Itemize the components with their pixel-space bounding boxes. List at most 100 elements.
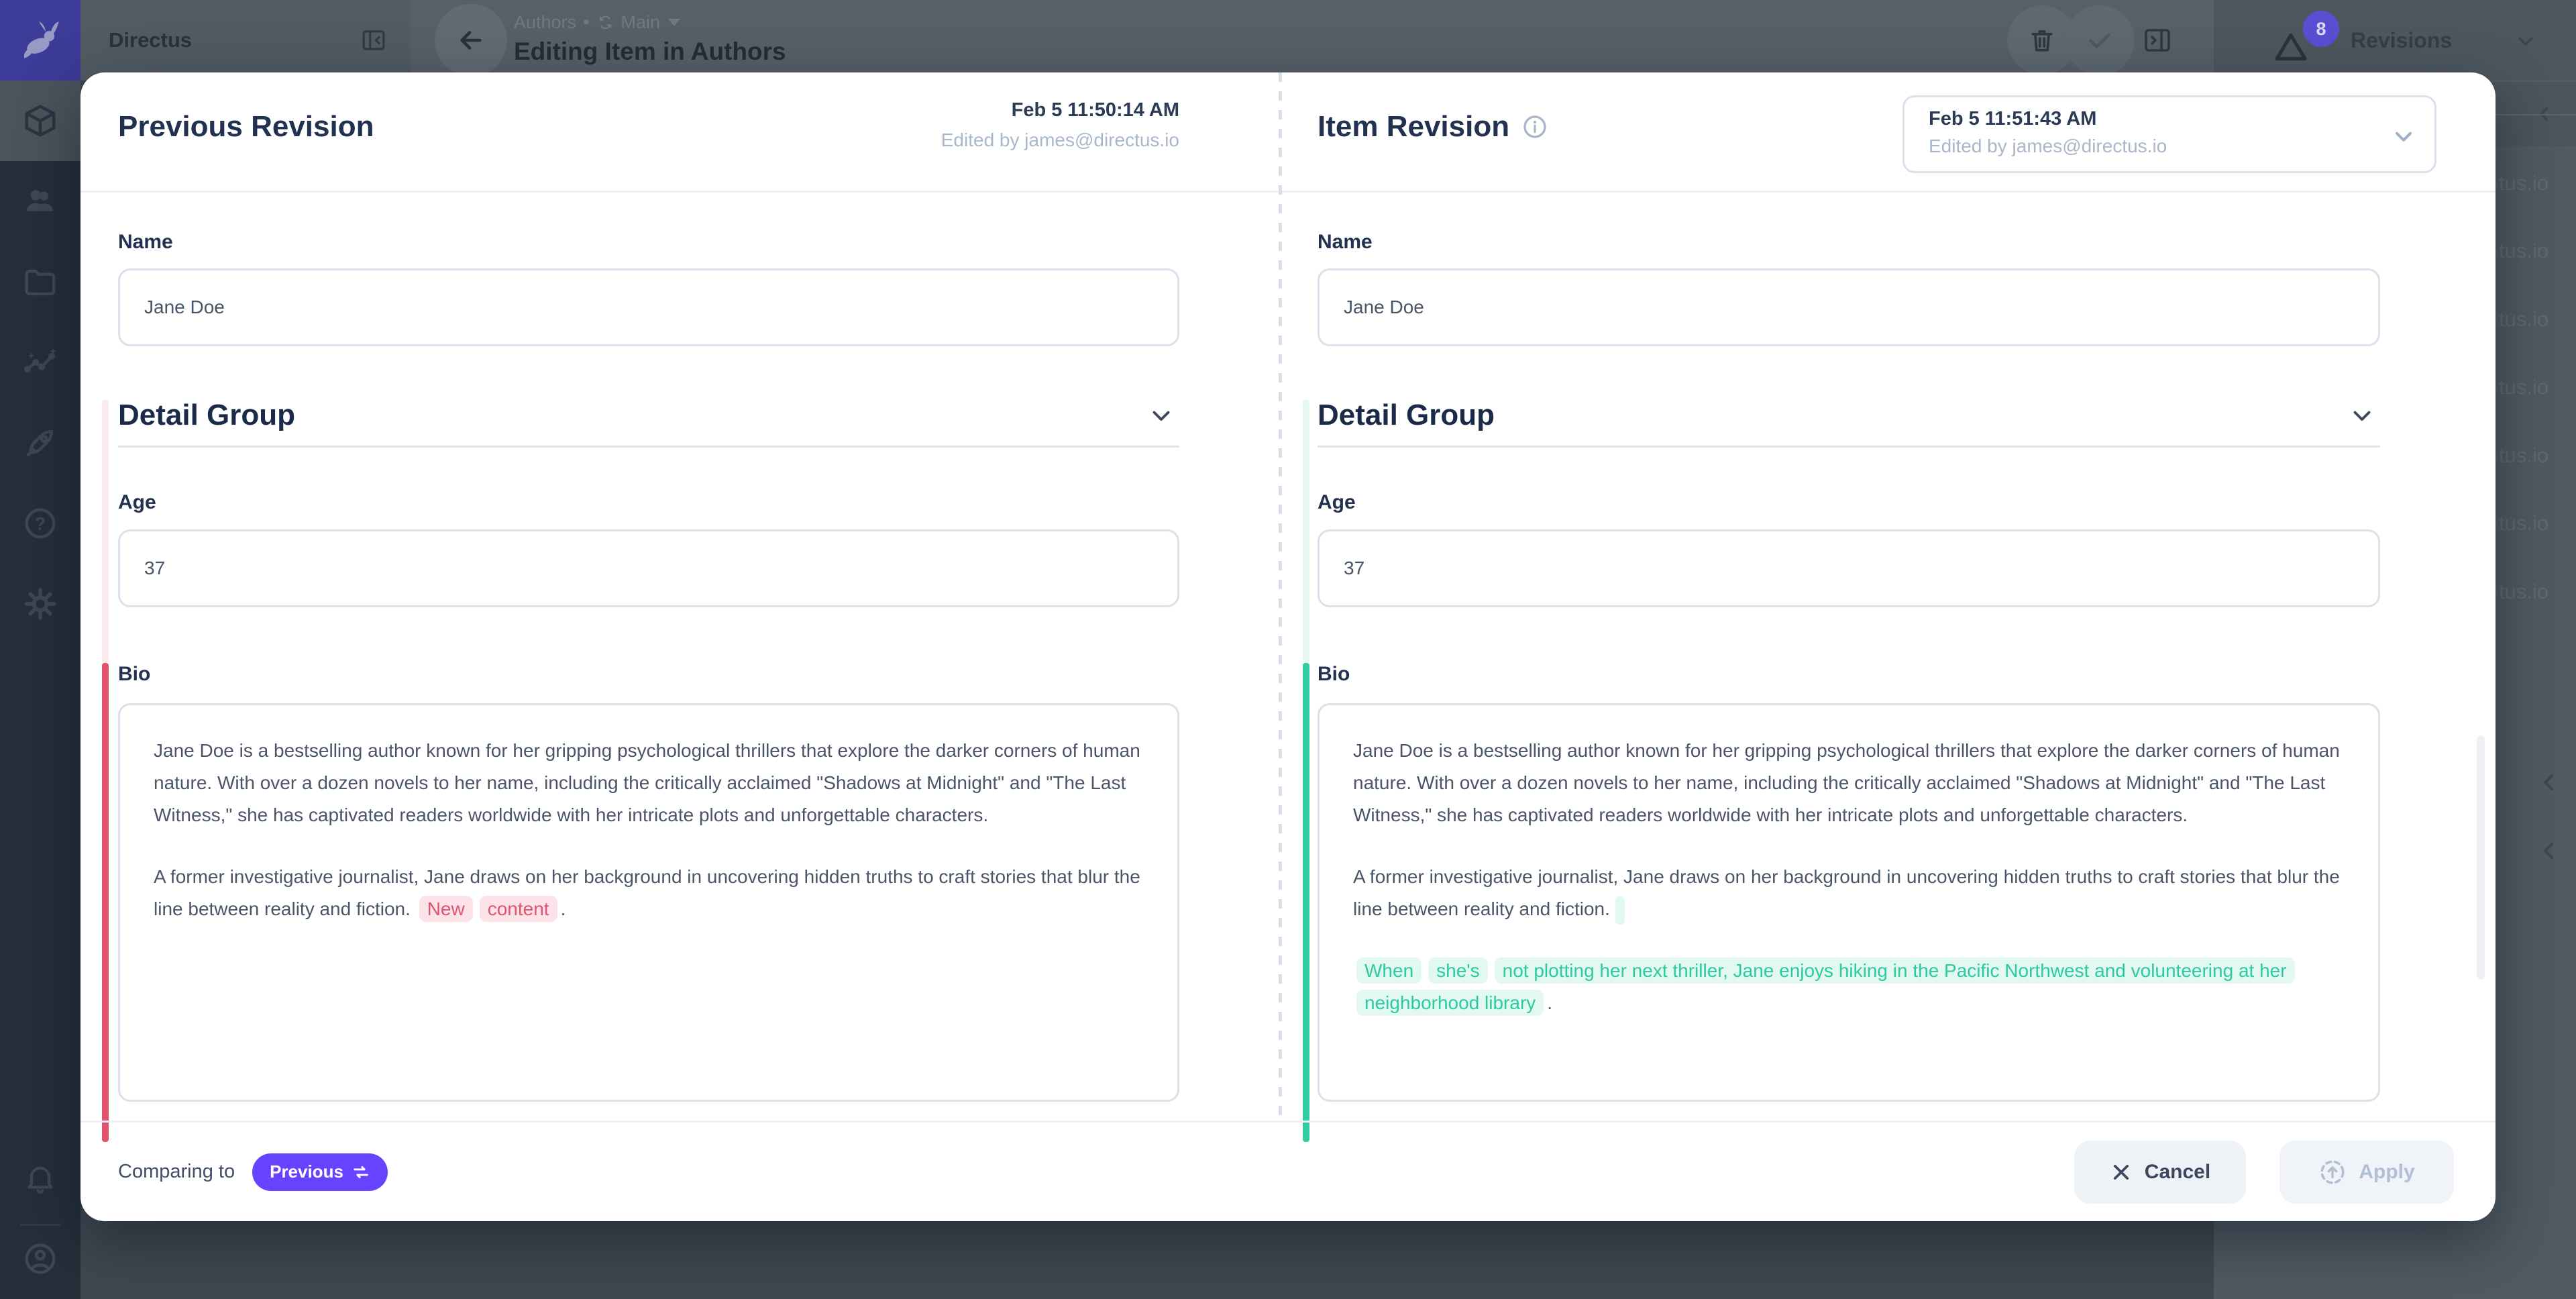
- page-header: Authors • Main Editing Item in Authors: [411, 0, 2214, 81]
- module-bar: ?: [0, 0, 80, 1299]
- sentence-period: .: [1547, 992, 1552, 1013]
- module-help[interactable]: ?: [0, 483, 80, 564]
- breadcrumb-collection-link[interactable]: Authors: [514, 12, 576, 33]
- nav-sidebar-header: Directus: [80, 0, 411, 81]
- bio-change-bar-revision: [1303, 663, 1309, 1142]
- revision-list-item[interactable]: tus.io: [2499, 511, 2548, 535]
- chevron-down-icon: [1147, 401, 1175, 429]
- upload-dashed-circle-icon: [2318, 1158, 2347, 1186]
- selected-revision-edited-by: Edited by james@directus.io: [1929, 136, 2434, 157]
- project-name: Directus: [109, 28, 192, 52]
- item-revision-title: Item Revision: [1318, 110, 1509, 144]
- chevron-left-icon[interactable]: [2536, 837, 2563, 864]
- notifications-button[interactable]: [0, 1138, 80, 1218]
- check-icon: [2084, 25, 2115, 56]
- rabbit-logo-icon: [18, 18, 62, 62]
- cancel-label: Cancel: [2145, 1161, 2210, 1184]
- detail-group-header-previous[interactable]: Detail Group: [118, 397, 1179, 433]
- age-field-revision: 37: [1318, 529, 2380, 607]
- name-field-previous: Jane Doe: [118, 268, 1179, 346]
- revision-list-item[interactable]: tus.io: [2499, 375, 2548, 399]
- compare-target-button[interactable]: Previous: [252, 1153, 388, 1191]
- modal-header-divider: [80, 191, 2496, 193]
- revisions-label: Revisions: [2351, 28, 2452, 53]
- close-icon: [2110, 1161, 2133, 1184]
- revision-select-dropdown[interactable]: Feb 5 11:51:43 AM Edited by james@direct…: [1902, 95, 2436, 173]
- revision-list-item[interactable]: tus.io: [2499, 444, 2548, 468]
- trash-icon: [2027, 25, 2057, 55]
- revision-list-item[interactable]: tus.io: [2499, 171, 2548, 195]
- panel-right-icon: [2141, 24, 2174, 56]
- revisions-accordion-header[interactable]: 8 Revisions: [2214, 0, 2576, 81]
- screen: ?: [0, 0, 2576, 1299]
- module-insights[interactable]: [0, 322, 80, 403]
- item-revision-heading: Item Revision: [1318, 110, 1548, 144]
- module-settings[interactable]: [0, 564, 80, 644]
- bio-field-revision: Jane Doe is a bestselling author known f…: [1318, 703, 2380, 1102]
- detail-group-divider: [118, 446, 1179, 448]
- version-selector[interactable]: Main: [621, 12, 661, 33]
- comparing-to-label: Comparing to: [118, 1161, 235, 1183]
- users-icon: [22, 183, 58, 219]
- group-change-bar-previous: [102, 400, 109, 663]
- added-word-chip: When: [1356, 957, 1421, 984]
- revision-compare-modal: Previous Revision Feb 5 11:50:14 AM Edit…: [80, 72, 2496, 1221]
- added-phrase-chip: not plotting her next thriller, Jane enj…: [1356, 957, 2295, 1016]
- directus-logo[interactable]: [0, 0, 80, 81]
- modal-scrollbar[interactable]: [2477, 735, 2485, 980]
- collapse-nav-button[interactable]: [360, 26, 388, 54]
- previous-revision-timestamp: Feb 5 11:50:14 AM: [941, 99, 1179, 121]
- module-files[interactable]: [0, 242, 80, 322]
- page-title: Editing Item in Authors: [514, 38, 786, 66]
- age-field-previous: 37: [118, 529, 1179, 607]
- previous-revision-title: Previous Revision: [118, 110, 374, 144]
- bio-paragraph: Jane Doe is a bestselling author known f…: [154, 735, 1144, 831]
- module-list: ?: [0, 81, 80, 644]
- rocket-icon: [22, 425, 58, 461]
- name-field-label: Name: [1318, 231, 2380, 254]
- module-users[interactable]: [0, 161, 80, 242]
- user-menu-button[interactable]: [0, 1218, 80, 1299]
- name-field-revision: Jane Doe: [1318, 268, 2380, 346]
- swap-icon: [352, 1163, 370, 1182]
- insights-icon: [22, 344, 58, 380]
- save-item-button[interactable]: [2065, 5, 2135, 75]
- group-change-bar-revision: [1303, 400, 1309, 663]
- age-field-label: Age: [1318, 491, 2380, 514]
- name-field-label: Name: [118, 231, 1179, 254]
- collapse-sidebar-button[interactable]: [2141, 24, 2174, 56]
- chevron-down-icon: [2390, 123, 2417, 150]
- bio-field-previous: Jane Doe is a bestselling author known f…: [118, 703, 1179, 1102]
- column-dashed-divider: [1279, 72, 1282, 1121]
- detail-group-header-revision[interactable]: Detail Group: [1318, 397, 2380, 433]
- chevron-left-icon[interactable]: [2536, 769, 2563, 796]
- bio-field-label: Bio: [118, 663, 1179, 686]
- selected-revision-timestamp: Feb 5 11:51:43 AM: [1929, 108, 2434, 130]
- revision-list-item[interactable]: tus.io: [2499, 580, 2548, 604]
- revision-list-item[interactable]: tus.io: [2499, 307, 2548, 331]
- added-space-chip: [1615, 896, 1625, 925]
- revisions-count-badge: 8: [2303, 11, 2339, 47]
- chevron-down-icon: [2514, 29, 2538, 53]
- user-avatar-icon: [22, 1241, 58, 1277]
- chevron-down-icon: [2348, 401, 2376, 429]
- back-button[interactable]: [435, 4, 507, 76]
- age-field-label: Age: [118, 491, 1179, 514]
- breadcrumb-separator: •: [583, 12, 589, 33]
- added-word-chip: she's: [1428, 957, 1488, 984]
- detail-group-divider: [1318, 446, 2380, 448]
- apply-button[interactable]: Apply: [2279, 1141, 2454, 1204]
- revision-list-item[interactable]: tus.io: [2499, 239, 2548, 263]
- breadcrumb: Authors • Main Editing Item in Authors: [514, 11, 786, 66]
- bio-paragraph-with-diff: A former investigative journalist, Jane …: [1353, 861, 2345, 925]
- bell-icon: [23, 1161, 58, 1196]
- svg-text:?: ?: [35, 514, 46, 534]
- info-icon: [1521, 113, 1548, 140]
- dimmed-page-background: [80, 1221, 2214, 1299]
- version-icon: [596, 13, 614, 32]
- bio-paragraph: Jane Doe is a bestselling author known f…: [1353, 735, 2345, 831]
- sentence-period: .: [561, 898, 566, 919]
- module-content[interactable]: [0, 81, 80, 161]
- module-marketplace[interactable]: [0, 403, 80, 483]
- cancel-button[interactable]: Cancel: [2074, 1141, 2246, 1204]
